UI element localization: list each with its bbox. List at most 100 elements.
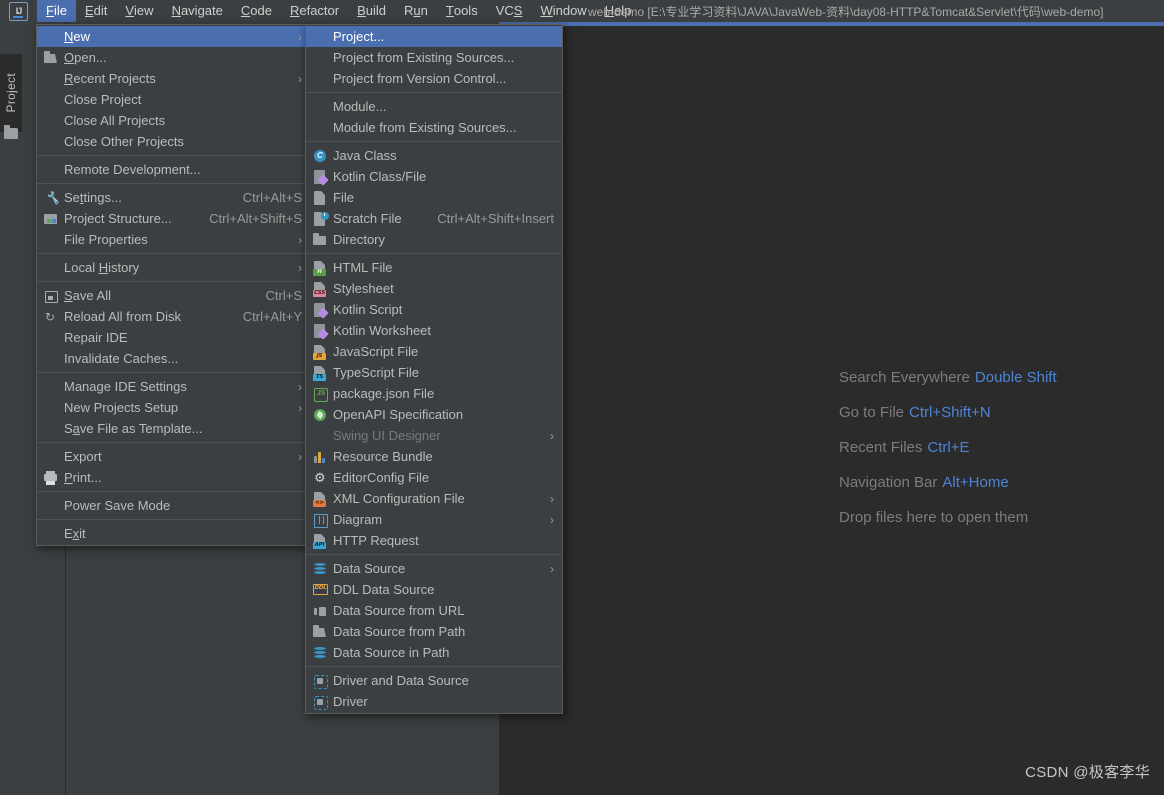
new-menu-item-data-source-in-path[interactable]: Data Source in Path: [306, 642, 562, 663]
menubar-item-window[interactable]: Window: [531, 0, 595, 22]
new-menu-item-data-source-from-url[interactable]: Data Source from URL: [306, 600, 562, 621]
menu-separator: [37, 442, 310, 443]
save-icon: [43, 288, 59, 304]
file-menu-item-manage-ide-settings[interactable]: Manage IDE Settings ›: [37, 376, 310, 397]
file-menu-item-new-projects-setup[interactable]: New Projects Setup ›: [37, 397, 310, 418]
menu-item-label: Swing UI Designer: [333, 428, 441, 443]
new-menu-item-driver[interactable]: Driver: [306, 691, 562, 712]
file-menu-item-new[interactable]: New ›: [37, 26, 310, 47]
new-submenu-popup[interactable]: Project... Project from Existing Sources.…: [305, 24, 563, 714]
menu-separator: [37, 491, 310, 492]
file-menu-item-settings[interactable]: 🔧 Settings... Ctrl+Alt+S: [37, 187, 310, 208]
menu-item-label: Resource Bundle: [333, 449, 433, 464]
menubar-item-navigate[interactable]: Navigate: [163, 0, 232, 22]
tool-window-label-project: Project: [4, 73, 18, 113]
new-menu-item-driver-and-data-source[interactable]: Driver and Data Source: [306, 670, 562, 691]
menu-item-shortcut: Ctrl+Alt+S: [242, 190, 302, 205]
new-menu-item-project-from-version-control[interactable]: Project from Version Control...: [306, 68, 562, 89]
new-menu-item-javascript-file[interactable]: JS JavaScript File: [306, 341, 562, 362]
menubar-item-code[interactable]: Code: [232, 0, 281, 22]
menubar-item-file[interactable]: File: [37, 0, 76, 22]
new-menu-item-resource-bundle[interactable]: Resource Bundle: [306, 446, 562, 467]
menubar-mnemonic-b: B: [357, 3, 366, 18]
new-menu-item-xml-configuration-file[interactable]: <> XML Configuration File ›: [306, 488, 562, 509]
menubar-item-build[interactable]: Build: [348, 0, 395, 22]
new-menu-item-java-class[interactable]: C Java Class: [306, 145, 562, 166]
new-menu-item-kotlin-worksheet[interactable]: Kotlin Worksheet: [306, 320, 562, 341]
file-menu-item-export[interactable]: Export ›: [37, 446, 310, 467]
new-menu-item-project[interactable]: Project...: [306, 26, 562, 47]
no-icon: [43, 162, 59, 178]
file-menu-item-close-other-projects[interactable]: Close Other Projects: [37, 131, 310, 152]
menubar-mnemonic-u: u: [413, 3, 421, 18]
menu-separator: [37, 281, 310, 282]
reload-icon: ↻: [45, 309, 56, 324]
new-menu-item-kotlin-class-file[interactable]: Kotlin Class/File: [306, 166, 562, 187]
new-menu-item-scratch-file[interactable]: Scratch File Ctrl+Alt+Shift+Insert: [306, 208, 562, 229]
menubar-label-code: ode: [250, 3, 272, 18]
menu-item-label: package.json File: [333, 386, 435, 401]
file-menu-item-exit[interactable]: Exit: [37, 523, 310, 544]
menu-item-label: TypeScript File: [333, 365, 419, 380]
file-menu-item-local-history[interactable]: Local History ›: [37, 257, 310, 278]
menu-separator: [37, 519, 310, 520]
file-menu-item-remote-development[interactable]: Remote Development...: [37, 159, 310, 180]
new-menu-item-directory[interactable]: Directory: [306, 229, 562, 250]
new-menu-item-module-from-existing-sources[interactable]: Module from Existing Sources...: [306, 117, 562, 138]
menubar-item-view[interactable]: View: [116, 0, 162, 22]
new-menu-item-editorconfig-file[interactable]: ⚙ EditorConfig File: [306, 467, 562, 488]
new-menu-item-stylesheet[interactable]: CSS Stylesheet: [306, 278, 562, 299]
menubar-label-vcs-pre: VC: [495, 3, 514, 18]
menubar-item-vcs[interactable]: VC S: [487, 0, 532, 22]
new-menu-item-openapi-specification[interactable]: OpenAPI Specification: [306, 404, 562, 425]
file-menu-item-reload-all-from-disk[interactable]: ↻ Reload All from Disk Ctrl+Alt+Y: [37, 306, 310, 327]
new-menu-item-http-request[interactable]: API HTTP Request: [306, 530, 562, 551]
new-menu-item-ddl-data-source[interactable]: DDL DDL Data Source: [306, 579, 562, 600]
new-menu-item-kotlin-script[interactable]: Kotlin Script: [306, 299, 562, 320]
menubar-item-tools[interactable]: Tools: [437, 0, 487, 22]
file-menu-item-save-all[interactable]: Save All Ctrl+S: [37, 285, 310, 306]
hint-label: Go to File: [839, 404, 905, 421]
new-menu-item-typescript-file[interactable]: TS TypeScript File: [306, 362, 562, 383]
file-menu-item-print[interactable]: Print...: [37, 467, 310, 488]
new-menu-item-file[interactable]: File: [306, 187, 562, 208]
file-menu-item-close-all-projects[interactable]: Close All Projects: [37, 110, 310, 131]
file-menu-item-close-project[interactable]: Close Project: [37, 89, 310, 110]
java-class-icon: C: [312, 148, 328, 164]
new-menu-item-data-source[interactable]: Data Source ›: [306, 558, 562, 579]
new-menu-item-package-json-file[interactable]: JS package.json File: [306, 383, 562, 404]
new-menu-item-html-file[interactable]: H HTML File: [306, 257, 562, 278]
editor-hints-list: Search Everywhere Double Shift Go to File…: [839, 369, 1159, 526]
menubar-item-run[interactable]: Run: [395, 0, 437, 22]
new-menu-item-data-source-from-path[interactable]: Data Source from Path: [306, 621, 562, 642]
file-menu-item-repair-ide[interactable]: Repair IDE: [37, 327, 310, 348]
file-menu-item-save-file-as-template[interactable]: Save File as Template...: [37, 418, 310, 439]
file-menu-item-invalidate-caches[interactable]: Invalidate Caches...: [37, 348, 310, 369]
hint-row: Navigation Bar Alt+Home: [839, 474, 1159, 491]
no-icon: [312, 50, 328, 66]
file-menu-item-open[interactable]: Open...: [37, 47, 310, 68]
menu-item-label: Power Save Mode: [64, 498, 171, 513]
file-menu-item-project-structure[interactable]: Project Structure... Ctrl+Alt+Shift+S: [37, 208, 310, 229]
file-menu-item-power-save-mode[interactable]: Power Save Mode: [37, 495, 310, 516]
http-request-icon: API: [312, 533, 328, 549]
file-menu-item-file-properties[interactable]: File Properties ›: [37, 229, 310, 250]
nodejs-icon: JS: [312, 386, 328, 402]
menubar-label-view: iew: [134, 3, 154, 18]
menu-item-label: Exit: [64, 526, 86, 541]
menu-separator: [306, 141, 562, 142]
new-menu-item-project-from-existing-sources[interactable]: Project from Existing Sources...: [306, 47, 562, 68]
folder-icon[interactable]: [4, 125, 18, 139]
new-menu-item-module[interactable]: Module...: [306, 96, 562, 117]
menubar-item-refactor[interactable]: Refactor: [281, 0, 348, 22]
menubar-item-edit[interactable]: Edit: [76, 0, 116, 22]
file-menu-popup[interactable]: New › Open... Recent Projects › Close Project…: [36, 24, 311, 546]
scratch-file-icon: [312, 211, 329, 227]
editor-area[interactable]: Search Everywhere Double Shift Go to File…: [499, 22, 1164, 795]
menubar-label-tools: ools: [453, 3, 478, 18]
menu-item-label: Project from Existing Sources...: [333, 50, 515, 65]
menubar-mnemonic-n: N: [171, 3, 181, 18]
file-menu-item-recent-projects[interactable]: Recent Projects ›: [37, 68, 310, 89]
new-menu-item-diagram[interactable]: Diagram ›: [306, 509, 562, 530]
menu-item-label: Repair IDE: [64, 330, 128, 345]
